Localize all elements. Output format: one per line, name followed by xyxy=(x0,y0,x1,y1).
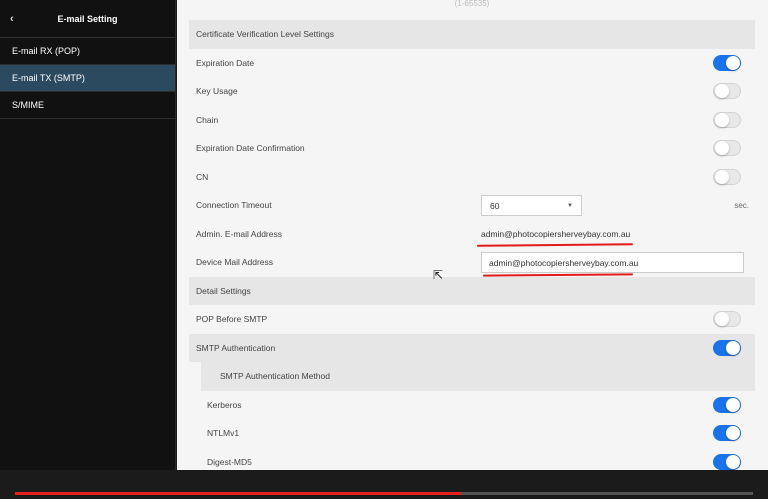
digest-md5-label: Digest-MD5 xyxy=(207,456,252,467)
detail-section-title: Detail Settings xyxy=(196,285,251,296)
chevron-left-icon[interactable]: ‹ xyxy=(10,13,30,25)
smtp-auth-row: SMTP Authentication xyxy=(189,333,755,362)
digest-md5-row: Digest-MD5 xyxy=(189,448,755,471)
connection-timeout-row: Connection Timeout 60 ▼ sec. xyxy=(189,191,755,220)
sidebar-title: E-mail Setting xyxy=(57,13,118,24)
kerberos-toggle[interactable] xyxy=(713,396,741,413)
device-mail-input[interactable]: admin@photocopiersherveybay.com.au xyxy=(481,252,744,273)
smtp-auth-method-header: SMTP Authentication Method xyxy=(201,362,755,391)
admin-email-label: Admin. E-mail Address xyxy=(196,228,282,239)
detail-section-header: Detail Settings xyxy=(189,276,755,305)
chain-label: Chain xyxy=(196,114,219,125)
ntlmv1-toggle[interactable] xyxy=(713,425,741,442)
device-mail-row: Device Mail Address admin@photocopiershe… xyxy=(189,248,755,277)
connection-timeout-label: Connection Timeout xyxy=(196,200,272,211)
digest-md5-toggle[interactable] xyxy=(713,453,741,470)
device-mail-label: Device Mail Address xyxy=(196,257,274,268)
key-usage-label: Key Usage xyxy=(196,86,238,97)
smtp-auth-label: SMTP Authentication xyxy=(196,342,276,353)
timeout-unit: sec. xyxy=(734,200,749,210)
video-progress-track[interactable] xyxy=(15,492,753,495)
video-progress-fill xyxy=(15,492,462,495)
cn-label: CN xyxy=(196,171,209,182)
expiration-confirm-row: Expiration Date Confirmation xyxy=(189,134,755,163)
main-panel: (1-65535) Certificate Verification Level… xyxy=(177,0,768,470)
ntlmv1-row: NTLMv1 xyxy=(189,419,755,448)
cn-row: CN xyxy=(189,163,755,192)
chain-toggle[interactable] xyxy=(713,111,741,128)
pop-before-smtp-row: POP Before SMTP xyxy=(189,305,755,334)
red-annotation-underline xyxy=(476,242,634,247)
admin-email-value: admin@photocopiersherveybay.com.au xyxy=(481,228,631,239)
connection-timeout-select[interactable]: 60 ▼ xyxy=(481,195,582,216)
sidebar-item-email-tx[interactable]: E-mail TX (SMTP) xyxy=(0,65,175,92)
sidebar: ‹ E-mail Setting E-mail RX (POP) E-mail … xyxy=(0,0,176,470)
sidebar-item-email-rx[interactable]: E-mail RX (POP) xyxy=(0,38,175,65)
expiration-date-label: Expiration Date xyxy=(196,57,255,68)
mouse-pointer-icon: ⇱ xyxy=(433,268,444,282)
chevron-down-icon: ▼ xyxy=(567,203,573,209)
connection-timeout-value: 60 xyxy=(490,200,500,211)
port-range-hint: (1-65535) xyxy=(454,0,490,8)
ntlmv1-label: NTLMv1 xyxy=(207,428,240,439)
expiration-date-toggle[interactable] xyxy=(713,54,741,71)
sidebar-header: ‹ E-mail Setting xyxy=(0,0,175,38)
video-control-bar xyxy=(0,470,768,499)
smtp-auth-toggle[interactable] xyxy=(713,339,741,356)
expiration-confirm-toggle[interactable] xyxy=(713,140,741,157)
cert-section-title: Certificate Verification Level Settings xyxy=(196,29,334,40)
kerberos-label: Kerberos xyxy=(207,399,242,410)
key-usage-toggle[interactable] xyxy=(713,83,741,100)
pop-before-smtp-label: POP Before SMTP xyxy=(196,314,268,325)
sidebar-item-smime[interactable]: S/MIME xyxy=(0,92,175,119)
app-frame: ‹ E-mail Setting E-mail RX (POP) E-mail … xyxy=(0,0,768,499)
pop-before-smtp-toggle[interactable] xyxy=(713,311,741,328)
admin-email-row: Admin. E-mail Address admin@photocopiers… xyxy=(189,220,755,249)
settings-list: (1-65535) Certificate Verification Level… xyxy=(189,0,755,470)
expiration-date-row: Expiration Date xyxy=(189,49,755,78)
cert-section-header: Certificate Verification Level Settings xyxy=(189,20,755,49)
key-usage-row: Key Usage xyxy=(189,77,755,106)
expiration-confirm-label: Expiration Date Confirmation xyxy=(196,143,305,154)
cn-toggle[interactable] xyxy=(713,168,741,185)
device-mail-value: admin@photocopiersherveybay.com.au xyxy=(489,257,639,268)
smtp-auth-method-title: SMTP Authentication Method xyxy=(220,371,330,382)
kerberos-row: Kerberos xyxy=(189,391,755,420)
chain-row: Chain xyxy=(189,106,755,135)
